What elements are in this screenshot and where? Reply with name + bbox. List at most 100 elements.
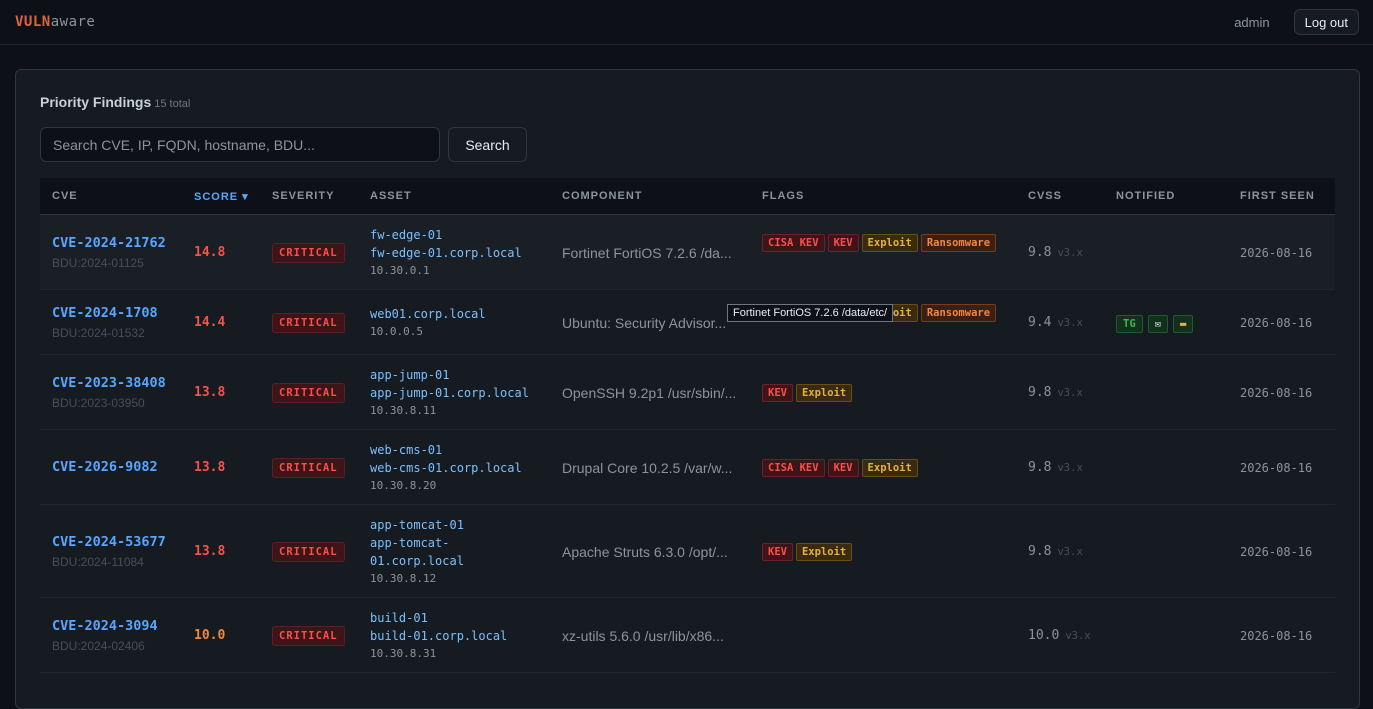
asset-link[interactable]: web-cms-01	[370, 441, 522, 459]
cve-cell: CVE-2024-53677 BDU:2024-11084	[52, 534, 166, 569]
component-text[interactable]: Apache Struts 6.3.0 /opt/...	[562, 544, 728, 560]
cve-link[interactable]: CVE-2024-3094	[52, 618, 158, 634]
asset-link[interactable]: build-01.corp.local	[370, 627, 507, 645]
email-icon: ✉	[1147, 314, 1168, 333]
asset-link[interactable]: app-jump-01	[370, 366, 529, 384]
cve-cell: CVE-2024-1708 BDU:2024-01532	[52, 305, 158, 340]
table-row[interactable]: CVE-2024-21762 BDU:2024-01125 14.8 CRITICAL…	[40, 215, 1335, 290]
asset-cell: web01.corp.local 10.0.0.5	[370, 305, 486, 341]
flag-badge: KEV	[762, 383, 793, 402]
severity-cell: CRITICAL	[272, 382, 345, 403]
cvss-cell: 9.8 v3.x	[1028, 460, 1083, 475]
asset-cell: app-tomcat-01 app-tomcat- 01.corp.local 10.…	[370, 516, 464, 588]
cvss-cell: 9.8 v3.x	[1028, 245, 1083, 260]
cvss-version: v3.x	[1057, 246, 1083, 259]
component-text[interactable]: xz-utils 5.6.0 /usr/lib/x86...	[562, 628, 724, 644]
asset-ip: 10.30.8.20	[370, 478, 437, 492]
user-area: admin Log out	[1234, 9, 1359, 35]
flag-badge: Ransomware	[920, 303, 997, 322]
logo[interactable]: VULNaware	[15, 14, 95, 30]
col-component[interactable]: COMPONENT	[562, 190, 643, 202]
asset-link[interactable]: web-cms-01.corp.local	[370, 459, 522, 477]
component-text[interactable]: Drupal Core 10.2.5 /var/w...	[562, 460, 732, 476]
asset-link[interactable]: build-01	[370, 609, 507, 627]
col-first-seen[interactable]: FIRST SEEN	[1240, 190, 1315, 202]
flag-badge: CISA KEV	[762, 233, 825, 252]
asset-link[interactable]: app-tomcat-	[370, 534, 464, 552]
col-flags[interactable]: FLAGS	[762, 190, 804, 202]
cvss-version: v3.x	[1057, 386, 1083, 399]
logo-vuln: VULN	[15, 14, 51, 30]
panel-title-text: Priority Findings	[40, 94, 152, 110]
severity-badge: CRITICAL	[272, 625, 345, 646]
component-text[interactable]: OpenSSH 9.2p1 /usr/sbin/...	[562, 385, 736, 401]
username: admin	[1234, 14, 1270, 30]
asset-link[interactable]: 01.corp.local	[370, 552, 464, 570]
cve-link[interactable]: CVE-2026-9082	[52, 459, 158, 475]
cve-cell: CVE-2024-3094 BDU:2024-02406	[52, 618, 158, 653]
asset-link[interactable]: fw-edge-01	[370, 226, 522, 244]
col-score[interactable]: SCORE ▾	[194, 190, 249, 203]
cvss-score: 9.8	[1028, 543, 1052, 559]
cvss-version: v3.x	[1057, 316, 1083, 329]
col-notified[interactable]: NOTIFIED	[1116, 190, 1175, 202]
table-row[interactable]: CVE-2024-1708 BDU:2024-01532 14.4 CRITICAL w…	[40, 290, 1335, 355]
asset-link[interactable]: app-tomcat-01	[370, 516, 464, 534]
cvss-cell: 9.8 v3.x	[1028, 544, 1083, 559]
flags-cell: KEV Exploit	[762, 542, 1012, 565]
col-severity[interactable]: SEVERITY	[272, 190, 334, 202]
table-row[interactable]: CVE-2024-3094 BDU:2024-02406 10.0 CRITICAL b…	[40, 598, 1335, 673]
col-asset[interactable]: ASSET	[370, 190, 412, 202]
cve-cell: CVE-2024-21762 BDU:2024-01125	[52, 235, 166, 270]
flags-cell: CISA KEVKEVExploitRansomware	[762, 233, 1012, 256]
cve-link[interactable]: CVE-2023-38408	[52, 375, 166, 391]
table-row[interactable]: CVE-2026-9082 13.8 CRITICAL web-cms-01 web-c…	[40, 430, 1335, 505]
cvss-version: v3.x	[1057, 461, 1083, 474]
asset-link[interactable]: web01.corp.local	[370, 305, 486, 323]
cvss-cell: 9.8 v3.x	[1028, 385, 1083, 400]
first-seen-date: 2026-08-16	[1240, 315, 1313, 330]
cve-link[interactable]: CVE-2024-1708	[52, 305, 158, 321]
asset-ip: 10.30.8.11	[370, 403, 437, 417]
first-seen-date: 2026-08-16	[1240, 385, 1313, 400]
asset-ip: 10.30.0.1	[370, 263, 430, 277]
flags-cell: CISA KEV KEV Exploit	[762, 458, 1012, 481]
col-cve[interactable]: CVE	[52, 190, 78, 202]
findings-count: 15 total	[154, 98, 191, 110]
score-value: 13.8	[194, 543, 226, 559]
severity-cell: CRITICAL	[272, 541, 345, 562]
cve-link[interactable]: CVE-2024-21762	[52, 235, 166, 251]
logo-aware: aware	[50, 14, 96, 30]
component-text[interactable]: Fortinet FortiOS 7.2.6 /da...	[562, 245, 732, 261]
priority-findings-panel: Priority Findings15 total Search CVE SCO…	[15, 69, 1360, 709]
first-seen-date: 2026-08-16	[1240, 544, 1313, 559]
table-header: CVE SCORE ▾ SEVERITY ASSET COMPONENT FLA…	[40, 178, 1335, 215]
cvss-score: 9.8	[1028, 244, 1052, 260]
flag-badge: Ransomware	[920, 233, 997, 252]
asset-link[interactable]: fw-edge-01.corp.local	[370, 244, 522, 262]
panel-title: Priority Findings 15 total	[40, 94, 190, 110]
flag-badge: KEV	[762, 542, 793, 561]
col-cvss[interactable]: CVSS	[1028, 190, 1062, 202]
severity-badge: CRITICAL	[272, 312, 345, 333]
score-value: 10.0	[194, 627, 226, 643]
asset-link[interactable]: app-jump-01.corp.local	[370, 384, 529, 402]
cvss-version: v3.x	[1057, 545, 1083, 558]
table-row[interactable]: CVE-2023-38408 BDU:2023-03950 13.8 CRITICAL…	[40, 355, 1335, 430]
first-seen-date: 2026-08-16	[1240, 245, 1313, 260]
table-row[interactable]: CVE-2024-53677 BDU:2024-11084 13.8 CRITICAL…	[40, 505, 1335, 598]
severity-badge: CRITICAL	[272, 242, 345, 263]
cve-link[interactable]: CVE-2024-53677	[52, 534, 166, 550]
table-body: CVE-2024-21762 BDU:2024-01125 14.8 CRITICAL…	[40, 215, 1335, 673]
severity-cell: CRITICAL	[272, 457, 345, 478]
search-button[interactable]: Search	[448, 127, 527, 162]
severity-badge: CRITICAL	[272, 457, 345, 478]
component-text[interactable]: Ubuntu: Security Advisor...	[562, 315, 726, 331]
logout-button[interactable]: Log out	[1293, 9, 1359, 35]
flag-badge: CISA KEV	[762, 458, 825, 477]
flag-badge: Exploit	[861, 458, 918, 477]
component-tooltip: Fortinet FortiOS 7.2.6 /data/etc/	[727, 304, 894, 322]
score-value: 13.8	[194, 384, 226, 400]
search-input[interactable]	[40, 127, 440, 162]
cve-cell: CVE-2023-38408 BDU:2023-03950	[52, 375, 166, 410]
